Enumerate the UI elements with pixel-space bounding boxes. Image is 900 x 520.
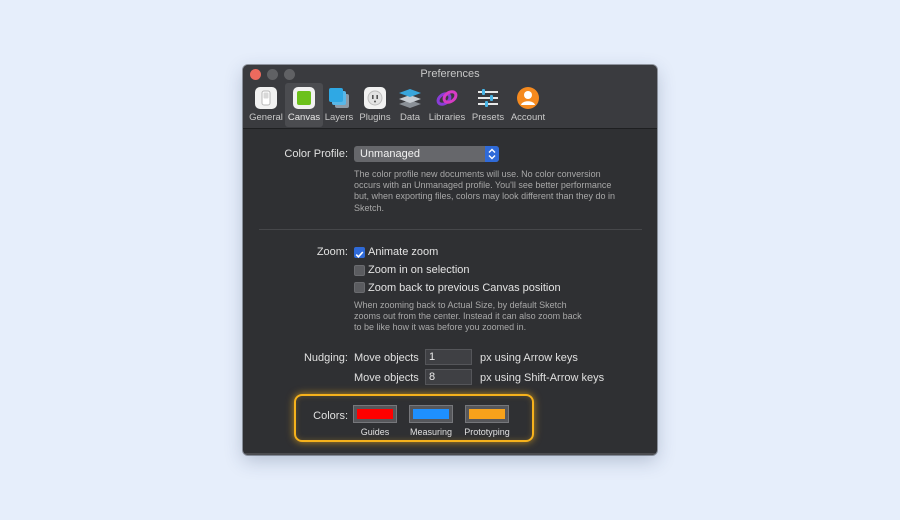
layers-stack-icon bbox=[329, 88, 349, 108]
presets-sliders-icon bbox=[478, 89, 498, 107]
tab-canvas-label: Canvas bbox=[287, 112, 321, 123]
tab-account[interactable]: Account bbox=[508, 83, 548, 127]
tab-presets-label: Presets bbox=[471, 112, 505, 123]
colors-label: Colors: bbox=[313, 410, 348, 422]
measuring-color-swatch bbox=[413, 409, 449, 419]
prototyping-color-label: Prototyping bbox=[464, 427, 510, 437]
tab-libraries[interactable]: Libraries bbox=[427, 83, 467, 127]
tab-plugins[interactable]: Plugins bbox=[357, 83, 393, 127]
checkmark-icon bbox=[355, 251, 364, 258]
section-divider bbox=[259, 229, 642, 230]
nudge-row1-suffix: px using Arrow keys bbox=[480, 352, 578, 364]
tab-plugins-label: Plugins bbox=[359, 112, 391, 123]
panel-bottom-edge bbox=[243, 453, 657, 455]
tab-layers-label: Layers bbox=[324, 112, 354, 123]
nudging-label: Nudging: bbox=[303, 352, 348, 364]
zoom-label: Zoom: bbox=[316, 246, 348, 258]
window-title: Preferences bbox=[420, 68, 480, 80]
general-switch-icon bbox=[255, 87, 277, 109]
color-profile-help: The color profile new documents will use… bbox=[354, 169, 615, 213]
libraries-link-icon bbox=[436, 90, 458, 106]
nudge-shift-arrow-input[interactable]: 8 bbox=[425, 369, 472, 385]
tab-presets[interactable]: Presets bbox=[470, 83, 506, 127]
tab-general-label: General bbox=[249, 112, 283, 123]
plugin-plug-icon bbox=[364, 87, 386, 109]
zoom-help: When zooming back to Actual Size, by def… bbox=[354, 300, 582, 333]
data-stack-icon bbox=[399, 89, 421, 108]
zoom-in-selection-checkbox[interactable] bbox=[354, 265, 365, 276]
titlebar: Preferences General Canvas Layers Plugin… bbox=[243, 65, 657, 129]
color-profile-select[interactable]: Unmanaged bbox=[354, 146, 499, 162]
tab-libraries-label: Libraries bbox=[428, 112, 466, 123]
nudge-row2-suffix: px using Shift-Arrow keys bbox=[480, 372, 605, 384]
tab-layers[interactable]: Layers bbox=[324, 83, 354, 127]
nudge-row1-prefix: Move objects bbox=[354, 352, 419, 364]
animate-zoom-checkbox[interactable] bbox=[354, 247, 365, 258]
measuring-color-well[interactable] bbox=[409, 405, 453, 423]
tab-data[interactable]: Data bbox=[395, 83, 425, 127]
color-profile-label: Color Profile: bbox=[284, 148, 348, 160]
tab-canvas[interactable]: Canvas bbox=[285, 83, 323, 127]
guides-color-swatch bbox=[357, 409, 393, 419]
select-arrows-icon bbox=[485, 146, 499, 162]
tab-account-label: Account bbox=[510, 112, 546, 123]
animate-zoom-label: Animate zoom bbox=[368, 246, 439, 258]
tab-general[interactable]: General bbox=[249, 83, 283, 127]
tab-data-label: Data bbox=[399, 112, 421, 123]
guides-color-well[interactable] bbox=[353, 405, 397, 423]
zoom-back-previous-label: Zoom back to previous Canvas position bbox=[368, 282, 561, 294]
prototyping-color-swatch bbox=[469, 409, 505, 419]
account-user-icon bbox=[517, 87, 539, 109]
nudge-arrow-input[interactable]: 1 bbox=[425, 349, 472, 365]
nudge-row2-prefix: Move objects bbox=[354, 372, 419, 384]
zoom-back-previous-checkbox[interactable] bbox=[354, 282, 365, 293]
canvas-square-icon bbox=[293, 87, 315, 109]
color-profile-value: Unmanaged bbox=[360, 148, 420, 160]
prototyping-color-well[interactable] bbox=[465, 405, 509, 423]
zoom-in-selection-label: Zoom in on selection bbox=[368, 264, 470, 276]
